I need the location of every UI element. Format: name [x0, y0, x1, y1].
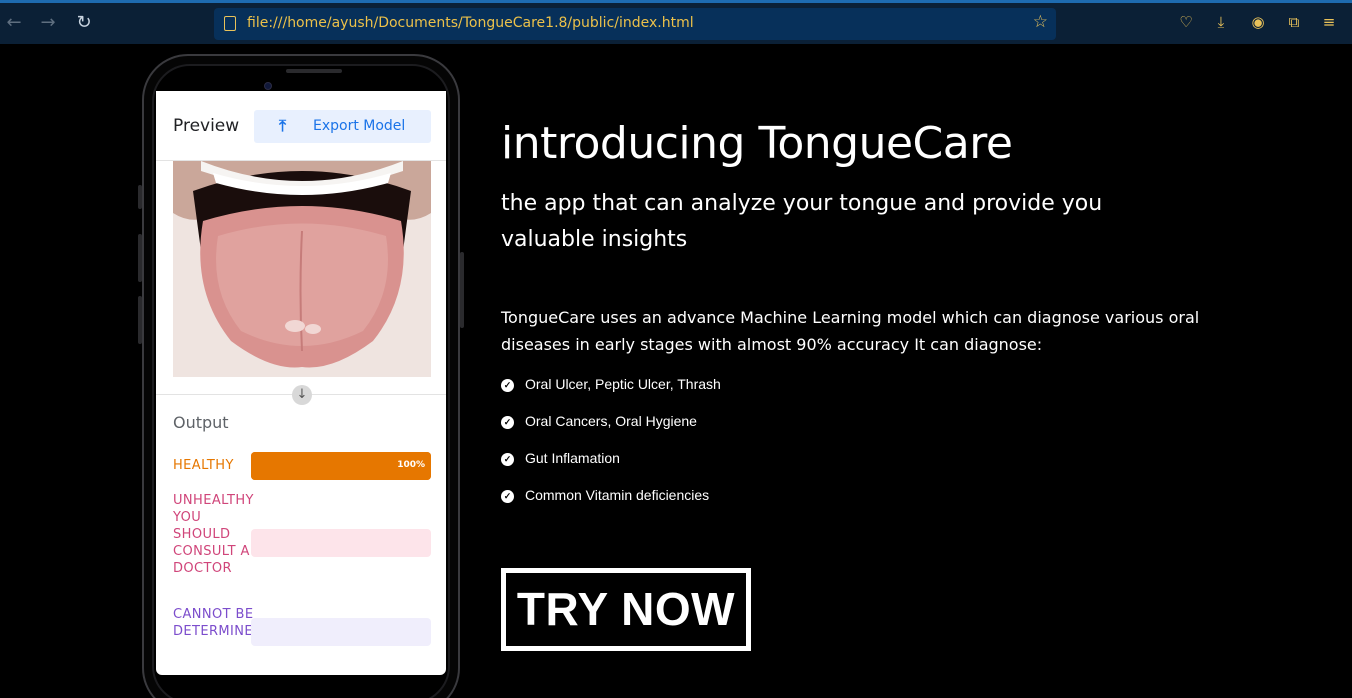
output-class-label: UNHEALTHY YOU SHOULD CONSULT A DOCTOR	[173, 493, 254, 576]
hero-description: TongueCare uses an advance Machine Learn…	[501, 308, 1200, 354]
phone-screen: Preview ⤒ Export Model ↓ Output HEALTHY 1…	[156, 91, 446, 675]
phone-camera	[264, 82, 272, 90]
phone-side-button	[138, 185, 142, 209]
extensions-icon[interactable]: ⧉	[1284, 12, 1304, 32]
back-icon[interactable]: ←	[2, 11, 26, 35]
output-title: Output	[173, 413, 229, 432]
menu-icon[interactable]: ≡	[1319, 12, 1339, 32]
check-circle-icon: ✓	[501, 490, 514, 503]
hero-title: introducing TongueCare	[501, 118, 1013, 169]
browser-toolbar: ← → ↻ file:///home/ayush/Documents/Tongu…	[0, 0, 1352, 44]
forward-icon[interactable]: →	[36, 11, 60, 35]
output-class-percent: 100%	[397, 460, 425, 470]
export-model-label: Export Model	[313, 118, 406, 134]
pocket-icon[interactable]: ♡	[1176, 12, 1196, 32]
feature-text: Oral Cancers, Oral Hygiene	[525, 413, 697, 429]
url-bar[interactable]: file:///home/ayush/Documents/TongueCare1…	[214, 8, 1056, 40]
try-now-button[interactable]: TRY NOW	[501, 568, 751, 651]
output-class-bar: 100%	[251, 452, 431, 480]
feature-text: Oral Ulcer, Peptic Ulcer, Thrash	[525, 376, 721, 392]
bookmark-star-icon[interactable]: ☆	[1033, 12, 1048, 32]
output-class-bar	[251, 618, 431, 646]
check-circle-icon: ✓	[501, 453, 514, 466]
download-icon[interactable]: ⤓	[1211, 12, 1231, 32]
tongue-preview-image	[173, 161, 431, 377]
arrow-down-icon: ↓	[292, 385, 312, 405]
preview-title: Preview	[173, 116, 240, 136]
feature-text: Gut Inflamation	[525, 450, 620, 466]
feature-text: Common Vitamin deficiencies	[525, 487, 710, 503]
phone-power-button	[460, 252, 464, 328]
output-class-label: HEALTHY	[173, 458, 234, 473]
preview-header: Preview ⤒ Export Model	[156, 91, 446, 161]
upload-icon: ⤒	[279, 116, 287, 135]
output-class-label: CANNOT BE DETERMINED	[173, 607, 264, 639]
reload-icon[interactable]: ↻	[72, 11, 96, 35]
phone-volume-up	[138, 234, 142, 282]
hero-subtitle: the app that can analyze your tongue and…	[501, 191, 1103, 252]
account-icon[interactable]: ◉	[1248, 12, 1268, 32]
page-icon	[224, 16, 236, 31]
url-text[interactable]: file:///home/ayush/Documents/TongueCare1…	[247, 15, 694, 31]
phone-volume-down	[138, 296, 142, 344]
phone-speaker	[286, 69, 342, 73]
output-class-bar	[251, 529, 431, 557]
check-circle-icon: ✓	[501, 379, 514, 392]
export-model-button[interactable]: ⤒ Export Model	[254, 110, 431, 143]
check-circle-icon: ✓	[501, 416, 514, 429]
